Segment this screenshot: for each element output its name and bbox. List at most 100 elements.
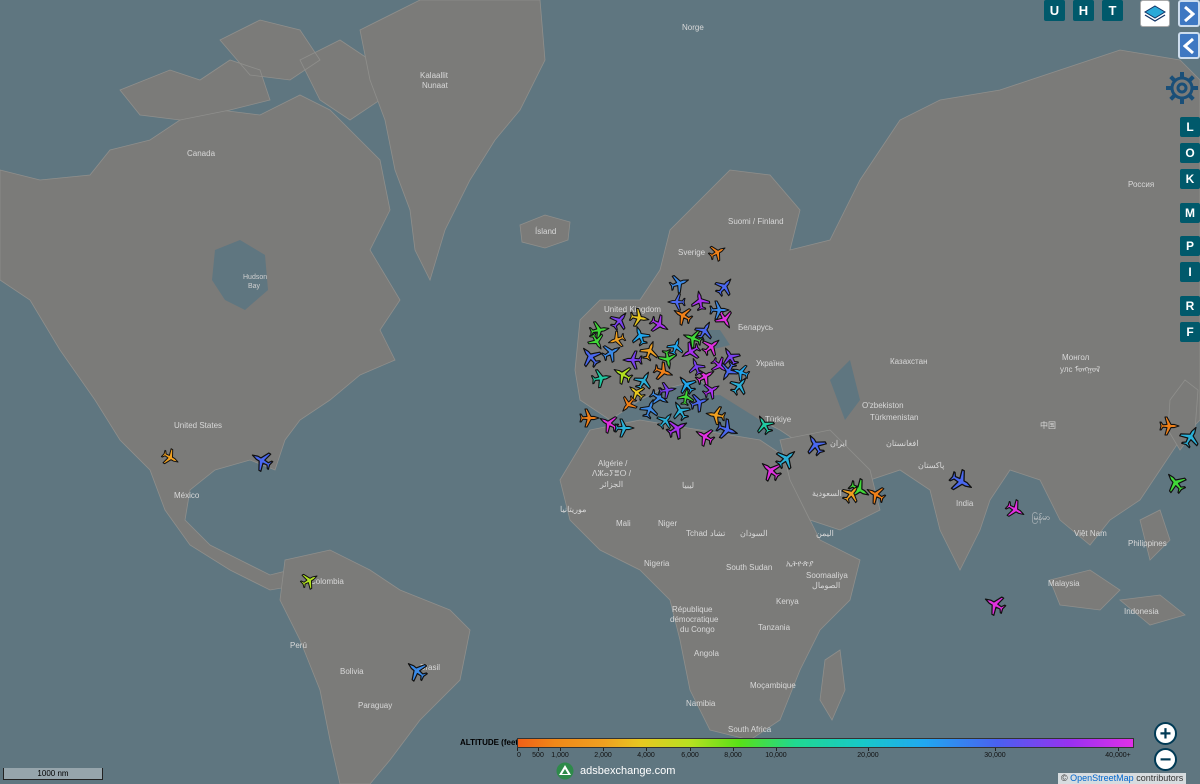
side-button-k[interactable]: K — [1180, 169, 1200, 189]
label-rdc2: démocratique — [670, 615, 719, 624]
label-tchad2: تشاد — [710, 529, 725, 538]
label-united-kingdom: United Kingdom — [604, 305, 661, 314]
label-rdc1: République — [672, 605, 713, 614]
altitude-tick-label: 2,000 — [594, 752, 612, 759]
collapse-panel-button[interactable] — [1178, 32, 1200, 59]
side-button-o[interactable]: O — [1180, 143, 1200, 163]
altitude-tick-label: 1,000 — [551, 752, 569, 759]
side-button-f[interactable]: F — [1180, 322, 1200, 342]
label-philippines: Philippines — [1128, 539, 1167, 548]
altitude-tick-label: 6,000 — [681, 752, 699, 759]
label-rossiya: Россия — [1128, 180, 1154, 189]
label-malaysia: Malaysia — [1048, 579, 1080, 588]
label-pakistan: پاکستان — [918, 461, 944, 470]
brand-logo[interactable]: adsbexchange.com — [556, 762, 675, 780]
label-mexico: México — [174, 491, 200, 500]
side-button-r[interactable]: R — [1180, 296, 1200, 316]
adsbexchange-logo-icon — [556, 762, 574, 780]
side-button-l[interactable]: L — [1180, 117, 1200, 137]
label-island: Ísland — [535, 227, 556, 236]
altitude-tick-label: 10,000 — [765, 752, 787, 759]
label-afghanistan: افغانستان — [886, 439, 918, 448]
label-algerie2: ⴷⵣⴰⵢⴻⵔ / — [592, 469, 632, 478]
layers-icon — [1144, 4, 1166, 22]
altitude-tick-label: 500 — [532, 752, 544, 759]
altitude-tick — [517, 748, 518, 751]
label-angola: Angola — [694, 649, 719, 658]
altitude-tick — [995, 748, 996, 751]
label-soomaaliya2: الصومال — [812, 581, 840, 590]
altitude-tick-label: 0 — [517, 752, 521, 759]
expand-panel-button[interactable] — [1178, 0, 1200, 27]
label-bolivia: Bolivia — [340, 667, 364, 676]
zoom-in-button[interactable]: + — [1154, 722, 1177, 745]
label-belarus: Беларусь — [738, 323, 773, 332]
settings-gear-icon[interactable] — [1164, 70, 1200, 106]
zoom-out-button[interactable]: − — [1154, 748, 1177, 771]
label-namibia: Namibia — [686, 699, 716, 708]
altitude-tick-label: 8,000 — [724, 752, 742, 759]
side-button-p[interactable]: P — [1180, 236, 1200, 256]
altitude-tick-label: 20,000 — [857, 752, 879, 759]
side-button-m[interactable]: M — [1180, 203, 1200, 223]
altitude-tick — [733, 748, 734, 751]
side-button-i[interactable]: I — [1180, 262, 1200, 282]
altitude-tick — [646, 748, 647, 751]
label-peru: Perú — [290, 641, 307, 650]
label-soomaaliya: Soomaaliya — [806, 571, 848, 580]
altitude-tick — [690, 748, 691, 751]
label-india: India — [956, 499, 974, 508]
openstreetmap-link[interactable]: OpenStreetMap — [1070, 773, 1134, 783]
altitude-tick-label: 30,000 — [984, 752, 1006, 759]
label-mongol2: улс ᠮᠣᠩᠭᠣᠯ — [1060, 364, 1100, 374]
label-south-africa: South Africa — [728, 725, 772, 734]
label-mongol: Монгол — [1062, 353, 1090, 362]
label-tchad: Tchad — [686, 529, 707, 538]
label-paraguay: Paraguay — [358, 701, 392, 710]
label-rdc3: du Congo — [680, 625, 715, 634]
label-ethiopia: ኢትዮጵያ — [786, 559, 814, 568]
label-indonesia: Indonesia — [1124, 607, 1159, 616]
altitude-color-bar — [517, 738, 1134, 748]
label-libya: ليبيا — [682, 481, 694, 490]
altitude-legend-title: ALTITUDE (feet) — [460, 738, 521, 747]
label-bay: Bay — [248, 283, 261, 290]
label-viet-nam: Việt Nam — [1074, 529, 1107, 538]
brand-text: adsbexchange.com — [580, 765, 676, 777]
altitude-tick — [776, 748, 777, 751]
chevron-left-icon — [1183, 37, 1194, 54]
label-tanzania: Tanzania — [758, 623, 791, 632]
altitude-tick — [1118, 748, 1119, 751]
attribution: © OpenStreetMap contributors — [1058, 773, 1187, 784]
label-saudi: السعودية — [812, 489, 842, 498]
u-button[interactable]: U — [1044, 0, 1065, 21]
label-south-sudan: South Sudan — [726, 563, 772, 572]
layers-button[interactable] — [1140, 0, 1170, 27]
label-hudson: Hudson — [243, 274, 267, 281]
attribution-prefix: © — [1061, 773, 1071, 783]
altitude-tick-label: 4,000 — [637, 752, 655, 759]
label-ozbekiston: O'zbekiston — [862, 401, 904, 410]
label-yemen: اليمن — [816, 529, 834, 538]
altitude-tick — [603, 748, 604, 751]
chevron-right-icon — [1184, 5, 1195, 22]
t-button[interactable]: T — [1102, 0, 1123, 21]
label-mocambique: Moçambique — [750, 681, 796, 690]
altitude-tick-label: 40,000+ — [1105, 752, 1131, 759]
label-mali: Mali — [616, 519, 631, 528]
h-button[interactable]: H — [1073, 0, 1094, 21]
altitude-tick — [560, 748, 561, 751]
label-sudan: السودان — [740, 529, 768, 538]
label-norge: Norge — [682, 23, 704, 32]
altitude-tick — [538, 748, 539, 751]
label-ukraina: Україна — [756, 359, 785, 368]
world-map[interactable]: Norge Kalaallit Nunaat Canada Ísland Hud… — [0, 0, 1200, 784]
label-niger: Niger — [658, 519, 677, 528]
label-nigeria: Nigeria — [644, 559, 670, 568]
label-canada: Canada — [187, 149, 216, 158]
label-iran: ایران — [830, 439, 847, 448]
altitude-tick — [868, 748, 869, 751]
label-sverige: Sverige — [678, 248, 706, 257]
label-turkmenistan: Türkmenistan — [870, 413, 918, 422]
label-kenya: Kenya — [776, 597, 799, 606]
